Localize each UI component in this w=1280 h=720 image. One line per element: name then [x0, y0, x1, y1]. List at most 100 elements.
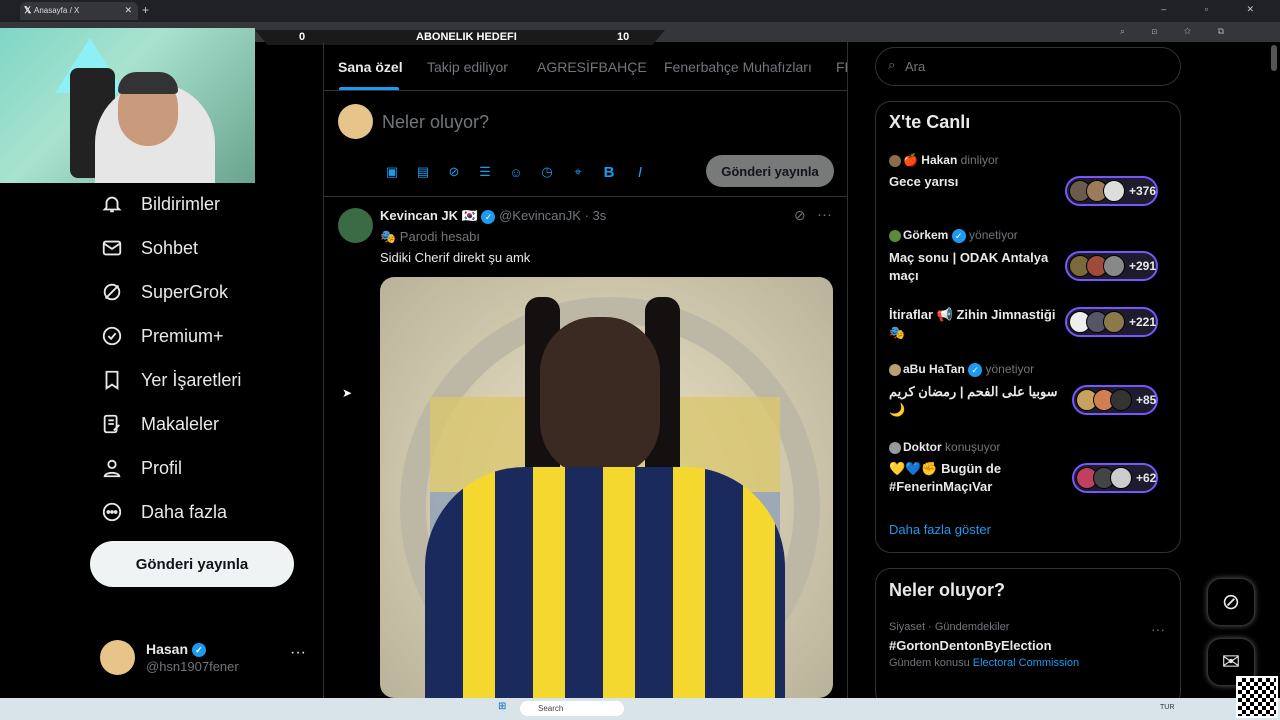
verified-icon: ✓ — [481, 209, 496, 224]
tab-agresifbahce[interactable]: AGRESİFBAHÇE — [537, 59, 647, 75]
show-more-link[interactable]: Daha fazla göster — [889, 522, 991, 537]
tweet-author-name[interactable]: Kevincan JK 🇰🇷 — [380, 208, 478, 223]
space-title: سوبيا على الفحم | رمضان كريم 🌙 — [889, 383, 1058, 417]
verified-icon: ✓ — [951, 228, 966, 243]
nav-more[interactable]: Daha fazla — [100, 497, 227, 527]
more-icon[interactable]: ··· — [817, 206, 832, 223]
tweet-author-handle[interactable]: @KevincanJK — [499, 208, 581, 223]
bold-icon[interactable]: B — [600, 163, 618, 181]
nav-articles[interactable]: Makaleler — [100, 409, 219, 439]
player-face — [540, 317, 660, 477]
windows-start-icon[interactable]: ⊞ — [498, 701, 514, 712]
verified-icon: ✓ — [968, 362, 983, 377]
space-listeners-pill[interactable]: +62 — [1072, 463, 1159, 493]
account-switcher[interactable]: Hasan ✓ @hsn1907fener ··· — [100, 638, 310, 678]
space-host: aBu HaTan — [903, 362, 965, 376]
nav-label: Sohbet — [141, 237, 199, 258]
verified-icon: ✓ — [191, 643, 206, 658]
grok-icon[interactable]: ⊘ — [794, 207, 806, 224]
schedule-icon[interactable]: ◷ — [538, 163, 556, 181]
emoji-icon[interactable]: ☺ — [507, 163, 525, 181]
browser-tab-bar — [0, 0, 1280, 22]
tweet-time[interactable]: · 3s — [585, 208, 607, 223]
avatar — [1103, 255, 1125, 277]
taskbar — [0, 698, 1280, 720]
space-title: Gece yarısı — [889, 174, 959, 189]
grok-icon — [100, 280, 124, 304]
parody-label: 🎭 Parodi hesabı — [380, 229, 481, 244]
tab-for-you[interactable]: Sana özel — [338, 59, 403, 75]
italic-icon[interactable]: I — [631, 163, 649, 181]
listener-count: +221 — [1129, 315, 1157, 329]
tab-fe[interactable]: FE — [836, 59, 847, 75]
post-button[interactable]: Gönderi yayınla — [90, 541, 294, 587]
listener-count: +376 — [1129, 184, 1157, 198]
tweet-image[interactable] — [380, 277, 833, 698]
grok-fab[interactable]: ⊘ — [1207, 578, 1255, 626]
avatar[interactable] — [338, 208, 373, 243]
space-host: Görkem — [903, 228, 949, 242]
taskbar-language[interactable]: TUR — [1160, 704, 1174, 711]
trend-sub-link[interactable]: Electoral Commission — [973, 657, 1079, 669]
nav-label: Daha fazla — [141, 501, 228, 522]
compose-post-button[interactable]: Gönderi yayınla — [706, 155, 834, 187]
poll-icon[interactable]: ☰ — [476, 163, 494, 181]
taskbar-icons[interactable]: ⊞ — [498, 701, 514, 712]
grok-icon[interactable]: ⊘ — [445, 163, 463, 181]
nav-notifications[interactable]: Bildirimler — [100, 189, 220, 219]
more-icon[interactable]: ··· — [1151, 621, 1165, 637]
tab-close-icon[interactable]: ✕ — [124, 5, 132, 16]
avatar — [889, 363, 901, 376]
avatar — [1103, 311, 1125, 333]
avatar — [889, 154, 901, 167]
divider — [324, 196, 847, 197]
search-input[interactable]: ⌕ Ara — [875, 47, 1181, 86]
avatar — [100, 640, 135, 675]
nav-profile[interactable]: Profil — [100, 453, 182, 483]
nav-premium[interactable]: Premium+ — [100, 321, 224, 351]
compose-input[interactable]: Neler oluyor? — [382, 112, 489, 133]
account-name-row: Hasan ✓ — [146, 641, 206, 658]
mail-icon: ✉ — [1221, 649, 1241, 674]
scrollbar[interactable] — [1271, 45, 1277, 71]
nav-chat[interactable]: Sohbet — [100, 233, 198, 263]
tweet-text: Sidiki Cherif direkt şu amk — [380, 250, 531, 265]
space-listeners-pill[interactable]: +85 — [1072, 385, 1159, 415]
search-placeholder: Ara — [905, 59, 926, 74]
browser-toolbar-icons[interactable]: ⌕ ⊡ ☆ ⧉ — [1120, 26, 1236, 37]
avatar[interactable] — [338, 104, 373, 139]
space-role: konuşuyor — [945, 440, 1001, 454]
image-icon[interactable]: ▣ — [383, 163, 401, 181]
space-listeners-pill[interactable]: +221 — [1065, 307, 1159, 337]
window-controls[interactable]: – ▫ ✕ — [1161, 4, 1272, 15]
goal-current: 0 — [299, 31, 306, 43]
avatar — [1110, 389, 1132, 411]
location-icon[interactable]: ⌖ — [569, 163, 587, 181]
avatar — [889, 441, 901, 454]
space-host: 🍎 Hakan — [903, 153, 958, 167]
person-icon — [100, 456, 124, 480]
more-icon[interactable]: ··· — [290, 644, 306, 662]
compose-toolbar: ▣ ▤ ⊘ ☰ ☺ ◷ ⌖ B I — [383, 163, 649, 181]
nav-label: Bildirimler — [141, 193, 221, 214]
nav-supergrok[interactable]: SuperGrok — [100, 277, 228, 307]
nav-label: Yer İşaretleri — [141, 369, 242, 390]
trend-name[interactable]: #GortonDentonByElection — [889, 638, 1052, 653]
listener-count: +85 — [1136, 393, 1157, 407]
tab-fenerbahce-muhafizlari[interactable]: Fenerbahçe Muhafızları — [664, 59, 812, 75]
space-listeners-pill[interactable]: +376 — [1065, 176, 1159, 206]
tab-following[interactable]: Takip ediliyor — [427, 59, 508, 75]
space-listeners-pill[interactable]: +291 — [1065, 251, 1159, 281]
browser-tab[interactable]: 𝕏 Anasayfa / X ✕ — [20, 2, 138, 20]
bookmark-icon — [100, 368, 124, 392]
nav-bookmarks[interactable]: Yer İşaretleri — [100, 365, 241, 395]
trend-sub-prefix: Gündem konusu — [889, 657, 970, 669]
taskbar-search[interactable]: Search — [520, 701, 624, 716]
bell-icon — [100, 192, 124, 216]
new-tab-button[interactable]: + — [142, 3, 149, 17]
live-title: X'te Canlı — [889, 112, 971, 132]
mouse-cursor: ➤ — [342, 386, 353, 400]
gif-icon[interactable]: ▤ — [414, 163, 432, 181]
space-title: 💛💙✊ Bugün de #FenerinMaçıVar — [889, 461, 1002, 494]
space-role: yönetiyor — [985, 362, 1035, 376]
